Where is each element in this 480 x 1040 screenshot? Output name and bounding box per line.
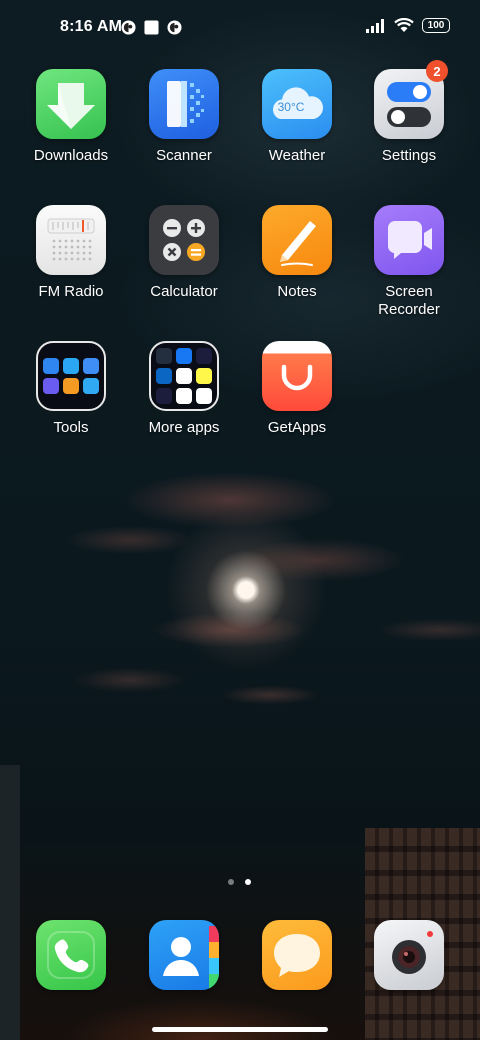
scanner-icon	[149, 69, 219, 139]
app-label: Calculator	[150, 283, 218, 300]
notification-badge: 2	[426, 60, 448, 82]
more-apps-folder-icon	[149, 341, 219, 411]
signal-icon	[366, 18, 384, 33]
mini-app-icon	[83, 358, 99, 374]
weather-icon: 30°C	[262, 69, 332, 139]
home-gesture-bar[interactable]	[152, 1027, 328, 1032]
getapps-icon	[262, 341, 332, 411]
amazon-mini-icon	[156, 348, 172, 364]
battery-level: 100	[427, 20, 445, 31]
app-notes[interactable]: Notes	[241, 205, 353, 301]
mini-app-icon	[43, 378, 59, 394]
notification-app-icon	[167, 20, 182, 35]
weather-temp: 30°C	[278, 100, 305, 114]
office-mini-icon	[176, 368, 192, 384]
battery-icon: 100	[422, 18, 450, 33]
tools-folder-icon	[36, 341, 106, 411]
downloads-icon	[36, 69, 106, 139]
linkedin-mini-icon	[156, 368, 172, 384]
screen-recorder-icon	[374, 205, 444, 275]
wallpaper-building-left	[0, 765, 20, 1040]
app-label: Weather	[268, 147, 326, 164]
app-getapps[interactable]: GetApps	[241, 341, 353, 437]
mini-app-icon	[83, 378, 99, 394]
snapchat-mini-icon	[196, 368, 212, 384]
folder-tools[interactable]: Tools	[15, 341, 127, 437]
folder-more-apps[interactable]: More apps	[128, 341, 240, 437]
camera-icon	[374, 920, 444, 990]
app-label: Notes	[277, 283, 317, 300]
dock-contacts[interactable]	[149, 920, 219, 990]
app-scanner[interactable]: Scanner	[128, 69, 240, 165]
app-screen-recorder[interactable]: Screen Recorder	[353, 205, 465, 319]
mini-app-icon	[63, 358, 79, 374]
app-fm-radio[interactable]: FM Radio	[15, 205, 127, 301]
assistant-mini-icon	[196, 388, 212, 404]
app-calculator[interactable]: Calculator	[128, 205, 240, 301]
app-label: Settings	[381, 147, 437, 164]
contacts-icon	[149, 920, 219, 990]
app-label: Screen Recorder	[378, 283, 440, 318]
play-store-mini-icon	[176, 388, 192, 404]
wifi-icon	[394, 18, 414, 32]
app-label: Tools	[53, 419, 89, 436]
status-bar: 8:16 AM 100	[0, 0, 480, 56]
mini-app-icon	[43, 358, 59, 374]
dock-camera[interactable]	[374, 920, 444, 990]
dock-phone[interactable]	[36, 920, 106, 990]
app-downloads[interactable]: Downloads	[15, 69, 127, 165]
notification-app-icon	[121, 20, 136, 35]
mini-app-icon	[63, 378, 79, 394]
page-dot-1[interactable]	[228, 879, 234, 885]
app-label: Downloads	[33, 147, 109, 164]
messaging-icon	[262, 920, 332, 990]
app-label: GetApps	[267, 419, 327, 436]
booking-mini-icon	[156, 388, 172, 404]
calculator-icon	[149, 205, 219, 275]
page-dot-2-active[interactable]	[245, 879, 251, 885]
dock-messaging[interactable]	[262, 920, 332, 990]
notes-icon	[262, 205, 332, 275]
prime-video-mini-icon	[196, 348, 212, 364]
phone-icon	[36, 920, 106, 990]
app-label: FM Radio	[38, 283, 104, 300]
status-time: 8:16 AM	[60, 18, 123, 35]
notification-square-icon	[144, 20, 159, 35]
facebook-mini-icon	[176, 348, 192, 364]
app-weather[interactable]: 30°C Weather	[241, 69, 353, 165]
app-label: More apps	[148, 419, 220, 436]
app-label: Scanner	[156, 147, 212, 164]
app-settings[interactable]: 2 Settings	[353, 60, 465, 165]
radio-icon	[36, 205, 106, 275]
